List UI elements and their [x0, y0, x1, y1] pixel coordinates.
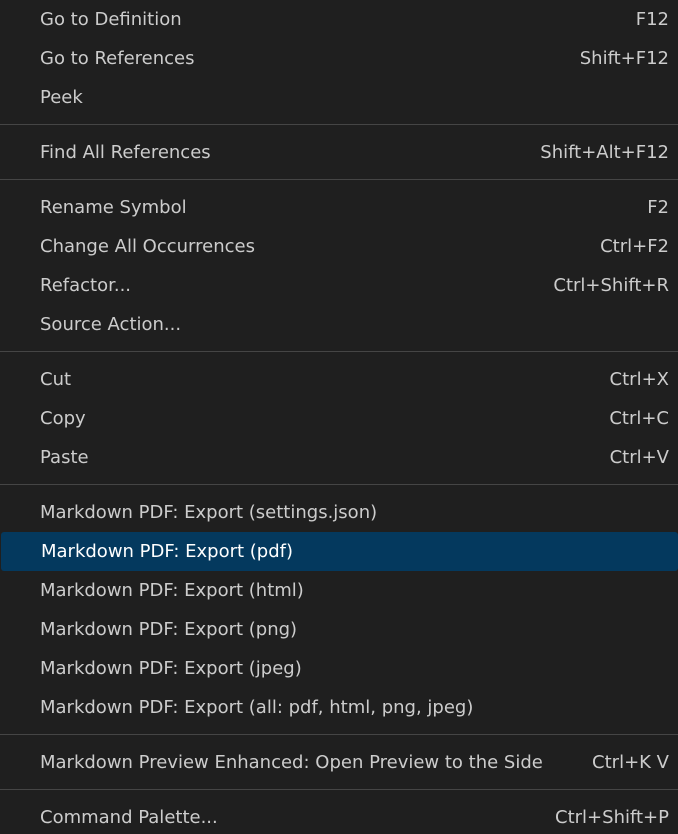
menu-item-label: Markdown PDF: Export (pdf) — [41, 541, 294, 562]
menu-separator — [0, 344, 678, 360]
menu-item-label: Markdown PDF: Export (png) — [40, 619, 298, 640]
menu-item-label: Markdown PDF: Export (settings.json) — [40, 502, 378, 523]
menu-item-rename-symbol[interactable]: Rename Symbol F2 — [0, 188, 678, 227]
menu-separator — [0, 172, 678, 188]
menu-item-find-all-references[interactable]: Find All References Shift+Alt+F12 — [0, 133, 678, 172]
menu-item-label: Peek — [40, 87, 83, 108]
menu-item-export-all[interactable]: Markdown PDF: Export (all: pdf, html, pn… — [0, 688, 678, 727]
menu-item-label: Source Action... — [40, 314, 182, 335]
menu-item-go-to-references[interactable]: Go to References Shift+F12 — [0, 39, 678, 78]
menu-item-refactor[interactable]: Refactor... Ctrl+Shift+R — [0, 266, 678, 305]
menu-item-shortcut: F2 — [647, 197, 669, 218]
menu-item-shortcut: Ctrl+X — [609, 369, 669, 390]
menu-item-export-jpeg[interactable]: Markdown PDF: Export (jpeg) — [0, 649, 678, 688]
menu-item-label: Markdown PDF: Export (jpeg) — [40, 658, 302, 679]
menu-group-markdown-preview: Markdown Preview Enhanced: Open Preview … — [0, 743, 678, 782]
menu-item-cut[interactable]: Cut Ctrl+X — [0, 360, 678, 399]
menu-item-label: Copy — [40, 408, 86, 429]
menu-item-source-action[interactable]: Source Action... — [0, 305, 678, 344]
menu-item-peek[interactable]: Peek — [0, 78, 678, 117]
menu-separator — [0, 727, 678, 743]
menu-item-shortcut: Ctrl+V — [609, 447, 669, 468]
menu-item-shortcut: Shift+F12 — [579, 48, 669, 69]
menu-item-export-png[interactable]: Markdown PDF: Export (png) — [0, 610, 678, 649]
menu-item-shortcut: Ctrl+K V — [592, 752, 669, 773]
menu-item-go-to-definition[interactable]: Go to Definition F12 — [0, 0, 678, 39]
menu-item-label: Refactor... — [40, 275, 132, 296]
menu-item-shortcut: Ctrl+C — [609, 408, 669, 429]
menu-item-paste[interactable]: Paste Ctrl+V — [0, 438, 678, 477]
menu-item-label: Rename Symbol — [40, 197, 187, 218]
menu-group-markdown-pdf: Markdown PDF: Export (settings.json) Mar… — [0, 493, 678, 727]
menu-item-label: Cut — [40, 369, 72, 390]
menu-item-label: Go to Definition — [40, 9, 182, 30]
menu-group-navigation: Go to Definition F12 Go to References Sh… — [0, 0, 678, 117]
menu-item-export-html[interactable]: Markdown PDF: Export (html) — [0, 571, 678, 610]
menu-item-label: Paste — [40, 447, 89, 468]
menu-item-export-settings-json[interactable]: Markdown PDF: Export (settings.json) — [0, 493, 678, 532]
menu-item-label: Command Palette... — [40, 807, 218, 828]
menu-item-shortcut: Ctrl+F2 — [600, 236, 669, 257]
menu-group-clipboard: Cut Ctrl+X Copy Ctrl+C Paste Ctrl+V — [0, 360, 678, 477]
menu-separator — [0, 782, 678, 798]
context-menu: Go to Definition F12 Go to References Sh… — [0, 0, 678, 834]
menu-group-modification: Rename Symbol F2 Change All Occurrences … — [0, 188, 678, 344]
menu-item-change-all-occurrences[interactable]: Change All Occurrences Ctrl+F2 — [0, 227, 678, 266]
menu-item-label: Change All Occurrences — [40, 236, 255, 257]
menu-item-label: Markdown Preview Enhanced: Open Preview … — [40, 752, 543, 773]
menu-item-copy[interactable]: Copy Ctrl+C — [0, 399, 678, 438]
menu-item-label: Markdown PDF: Export (all: pdf, html, pn… — [40, 697, 474, 718]
menu-item-label: Markdown PDF: Export (html) — [40, 580, 304, 601]
menu-item-label: Find All References — [40, 142, 211, 163]
menu-separator — [0, 117, 678, 133]
menu-group-command-palette: Command Palette... Ctrl+Shift+P — [0, 798, 678, 834]
menu-item-shortcut: F12 — [635, 9, 669, 30]
menu-item-shortcut: Shift+Alt+F12 — [540, 142, 669, 163]
menu-group-references: Find All References Shift+Alt+F12 — [0, 133, 678, 172]
menu-separator — [0, 477, 678, 493]
menu-item-export-pdf[interactable]: Markdown PDF: Export (pdf) — [1, 532, 678, 571]
menu-item-label: Go to References — [40, 48, 195, 69]
menu-item-command-palette[interactable]: Command Palette... Ctrl+Shift+P — [0, 798, 678, 834]
menu-item-shortcut: Ctrl+Shift+R — [553, 275, 669, 296]
menu-item-open-preview-to-side[interactable]: Markdown Preview Enhanced: Open Preview … — [0, 743, 678, 782]
menu-item-shortcut: Ctrl+Shift+P — [555, 807, 669, 828]
